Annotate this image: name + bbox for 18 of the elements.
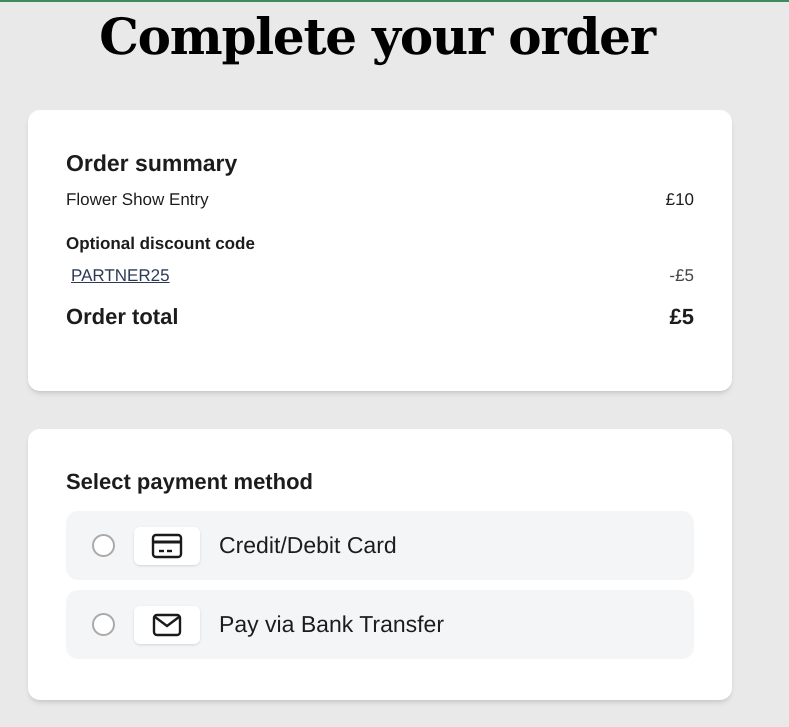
payment-option-label: Pay via Bank Transfer	[219, 610, 444, 640]
envelope-icon	[152, 612, 182, 636]
order-summary-heading: Order summary	[66, 149, 238, 178]
order-total-amount: £5	[670, 303, 694, 331]
radio-button[interactable]	[92, 613, 115, 636]
discount-amount: -£5	[669, 265, 694, 287]
card-icon	[151, 532, 183, 558]
payment-heading: Select payment method	[66, 468, 314, 496]
payment-option[interactable]: Credit/Debit Card	[66, 511, 694, 580]
payment-option-label: Credit/Debit Card	[219, 531, 397, 560]
payment-option[interactable]: Pay via Bank Transfer	[66, 590, 694, 659]
discount-code-link[interactable]: PARTNER25	[71, 264, 170, 288]
order-total-label: Order total	[66, 303, 178, 331]
discount-label: Optional discount code	[66, 233, 256, 255]
item-name: Flower Show Entry	[66, 189, 209, 211]
page-title: Complete your order	[98, 6, 658, 68]
item-price: £10	[666, 189, 694, 211]
radio-button[interactable]	[92, 534, 115, 557]
